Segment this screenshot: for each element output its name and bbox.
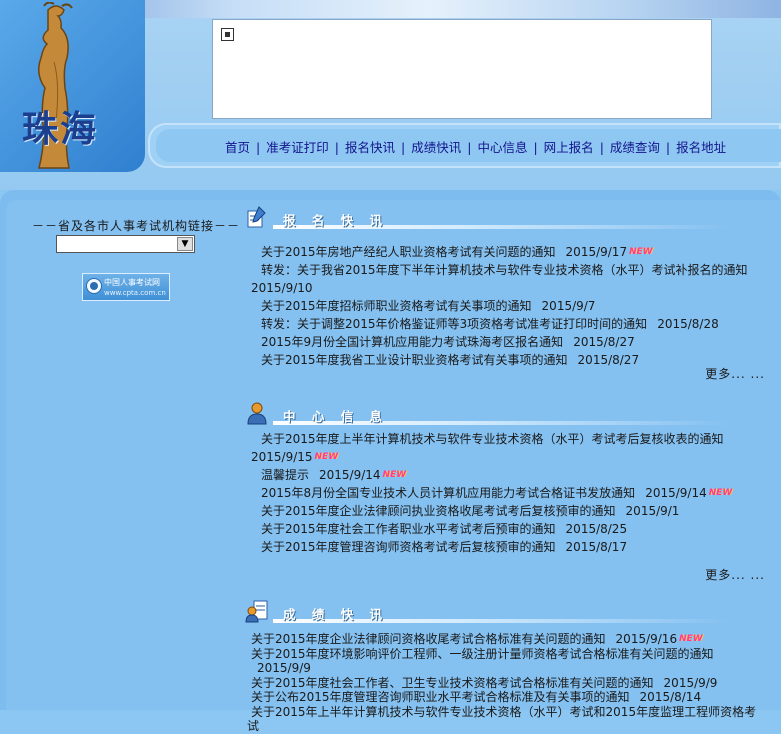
cpta-url: www.cpta.com.cn xyxy=(104,289,166,297)
chevron-down-icon[interactable]: ▼ xyxy=(177,237,193,251)
news-item: 关于2015年上半年计算机技术与软件专业技术资格（水平）考试和2015年度监理工… xyxy=(247,705,767,734)
section-title: 报 名 快 讯 xyxy=(283,213,389,228)
news-item: 转发：关于我省2015年度下半年计算机技术与软件专业技术资格（水平）考试补报名的… xyxy=(241,261,761,297)
nav-center-info[interactable]: 中心信息 xyxy=(474,140,530,155)
news-list-registration: 关于2015年房地产经纪人职业资格考试有关问题的通知 2015/9/17 NEW 转发… xyxy=(241,243,761,369)
nav-registration-news[interactable]: 报名快讯 xyxy=(342,140,398,155)
news-item: 关于2015年度我省工业设计职业资格考试有关事项的通知 2015/8/27 xyxy=(241,351,761,369)
broken-image-icon xyxy=(221,28,234,41)
news-item: 关于2015年房地产经纪人职业资格考试有关问题的通知 2015/9/17 NEW xyxy=(241,243,761,261)
cpta-link-logo[interactable]: 中国人事考试网 www.cpta.com.cn xyxy=(82,273,170,301)
news-item-link[interactable]: 关于2015年房地产经纪人职业资格考试有关问题的通知 xyxy=(261,245,556,259)
news-item-link[interactable]: 2015年9月份全国计算机应用能力考试珠海考区报名通知 xyxy=(261,335,563,349)
news-item-date: 2015/9/16 xyxy=(615,632,678,646)
news-item-link[interactable]: 关于2015年度管理咨询师资格考试考后复核预审的通知 xyxy=(261,540,556,554)
nav-home[interactable]: 首页 xyxy=(222,140,253,155)
news-item: 关于公布2015年度管理咨询师职业水平考试合格标准及有关事项的通知 2015/8/… xyxy=(247,690,767,705)
news-item-link[interactable]: 关于2015年度上半年计算机技术与软件专业技术资格（水平）考试考后复核收表的通知 xyxy=(261,432,724,446)
news-item-link[interactable]: 关于2015年度企业法律顾问资格收尾考试合格标准有关问题的通知 xyxy=(251,632,606,646)
section-title: 成 绩 快 讯 xyxy=(283,607,389,622)
new-badge-icon: NEW xyxy=(679,634,703,644)
news-item-date: 2015/9/14 xyxy=(645,486,707,500)
more-link-registration[interactable]: 更多... ... xyxy=(705,365,765,382)
new-badge-icon: NEW xyxy=(629,247,653,257)
news-item-date: 2015/9/9 xyxy=(663,675,718,690)
news-item-date: 2015/8/17 xyxy=(565,540,628,554)
nav-score-news[interactable]: 成绩快讯 xyxy=(408,140,464,155)
news-item: 关于2015年度环境影响评价工程师、一级注册计量师资格考试合格标准有关问题的通知… xyxy=(247,647,767,676)
cpta-emblem-icon xyxy=(86,278,102,294)
news-item-link[interactable]: 关于2015年度企业法律顾问执业资格收尾考试考后复核预审的通知 xyxy=(261,504,616,518)
news-item-link[interactable]: 关于2015年度我省工业设计职业资格考试有关事项的通知 xyxy=(261,353,568,367)
nav-registration-address[interactable]: 报名地址 xyxy=(673,140,729,155)
agency-links-label: －－省及各市人事考试机构链接－－ xyxy=(32,219,241,233)
news-item-link[interactable]: 关于2015年度社会工作者、卫生专业技术资格考试合格标准有关问题的通知 xyxy=(251,676,654,690)
agency-select[interactable]: ▼ xyxy=(56,235,195,253)
news-item-date: 2015/9/7 xyxy=(541,299,596,313)
news-item-date: 2015/8/28 xyxy=(657,317,719,331)
news-item-link[interactable]: 转发：关于我省2015年度下半年计算机技术与软件专业技术资格（水平）考试补报名的… xyxy=(261,263,748,277)
news-item-link[interactable]: 关于2015年度社会工作者职业水平考试考后预审的通知 xyxy=(261,522,556,536)
logo-panel: 珠海 xyxy=(0,0,145,172)
page-header: 珠海 首页 | 准考证打印 | 报名快讯 | 成绩快讯 | 中心信息 | 网上报名 | 成绩查询 | 报名地… xyxy=(0,0,781,190)
main-nav: 首页 | 准考证打印 | 报名快讯 | 成绩快讯 | 中心信息 | 网上报名 | 成绩查询 | 报名地址 xyxy=(222,137,729,156)
section-header-registration: 报 名 快 讯 xyxy=(243,205,743,231)
news-item: 关于2015年度社会工作者职业水平考试考后预审的通知 2015/8/25 xyxy=(241,520,761,538)
news-item-link[interactable]: 转发：关于调整2015年价格鉴证师等3项资格考试准考证打印时间的通知 xyxy=(261,317,647,331)
news-item-link[interactable]: 温馨提示 xyxy=(261,468,309,482)
news-item-link[interactable]: 关于2015年上半年计算机技术与软件专业技术资格（水平）考试和2015年度监理工… xyxy=(247,705,756,734)
document-person-icon xyxy=(245,600,268,623)
news-item-date: 2015/9/14 xyxy=(319,468,381,482)
news-item: 关于2015年度企业法律顾问资格收尾考试合格标准有关问题的通知 2015/9/16… xyxy=(247,632,767,647)
news-item-date: 2015/9/9 xyxy=(257,661,311,675)
news-item-link[interactable]: 2015年8月份全国专业技术人员计算机应用能力考试合格证书发放通知 xyxy=(261,486,635,500)
news-item: 关于2015年度上半年计算机技术与软件专业技术资格（水平）考试考后复核收表的通知… xyxy=(241,430,761,466)
news-item-link[interactable]: 关于2015年度招标师职业资格考试有关事项的通知 xyxy=(261,299,532,313)
news-item: 关于2015年度社会工作者、卫生专业技术资格考试合格标准有关问题的通知 2015/… xyxy=(247,676,767,691)
news-item-date: 2015/9/10 xyxy=(251,281,313,295)
section-header-center-info: 中 心 信 息 xyxy=(243,401,743,427)
news-item: 关于2015年度招标师职业资格考试有关事项的通知 2015/9/7 xyxy=(241,297,761,315)
news-item: 关于2015年度企业法律顾问执业资格收尾考试考后复核预审的通知 2015/9/1 xyxy=(241,502,761,520)
new-badge-icon: NEW xyxy=(382,470,407,480)
news-list-scores: 关于2015年度企业法律顾问资格收尾考试合格标准有关问题的通知 2015/9/16… xyxy=(247,632,767,734)
section-header-scores: 成 绩 快 讯 xyxy=(243,599,743,625)
cpta-name: 中国人事考试网 xyxy=(104,278,160,287)
city-name-logo: 珠海 xyxy=(22,108,99,150)
news-item-date: 2015/8/27 xyxy=(577,353,640,367)
news-item: 转发：关于调整2015年价格鉴证师等3项资格考试准考证打印时间的通知 2015/8… xyxy=(241,315,761,333)
news-list-center-info: 关于2015年度上半年计算机技术与软件专业技术资格（水平）考试考后复核收表的通知… xyxy=(241,430,761,556)
banner-area xyxy=(212,19,712,119)
person-icon xyxy=(247,402,267,425)
news-item: 2015年8月份全国专业技术人员计算机应用能力考试合格证书发放通知 2015/9/… xyxy=(241,484,761,502)
new-badge-icon: NEW xyxy=(314,452,339,462)
section-title: 中 心 信 息 xyxy=(283,409,389,424)
new-badge-icon: NEW xyxy=(708,488,733,498)
nav-score-query[interactable]: 成绩查询 xyxy=(607,140,663,155)
pencil-note-icon xyxy=(247,206,266,228)
news-item-link[interactable]: 关于2015年度环境影响评价工程师、一级注册计量师资格考试合格标准有关问题的通知 xyxy=(251,647,714,661)
news-item-date: 2015/8/14 xyxy=(639,690,702,704)
news-item-date: 2015/8/25 xyxy=(565,522,628,536)
nav-admission-ticket[interactable]: 准考证打印 xyxy=(263,140,332,155)
nav-online-registration[interactable]: 网上报名 xyxy=(541,140,597,155)
news-item: 2015年9月份全国计算机应用能力考试珠海考区报名通知 2015/8/27 xyxy=(241,333,761,351)
news-item-date: 2015/8/27 xyxy=(573,335,635,349)
news-item-date: 2015/9/15 xyxy=(251,450,313,464)
news-item: 温馨提示 2015/9/14 NEW xyxy=(241,466,761,484)
news-item: 关于2015年度管理咨询师资格考试考后复核预审的通知 2015/8/17 xyxy=(241,538,761,556)
more-link-center-info[interactable]: 更多... ... xyxy=(705,566,765,583)
news-item-date: 2015/9/1 xyxy=(625,504,680,518)
news-item-link[interactable]: 关于公布2015年度管理咨询师职业水平考试合格标准及有关事项的通知 xyxy=(251,690,630,704)
news-item-date: 2015/9/17 xyxy=(565,245,628,259)
